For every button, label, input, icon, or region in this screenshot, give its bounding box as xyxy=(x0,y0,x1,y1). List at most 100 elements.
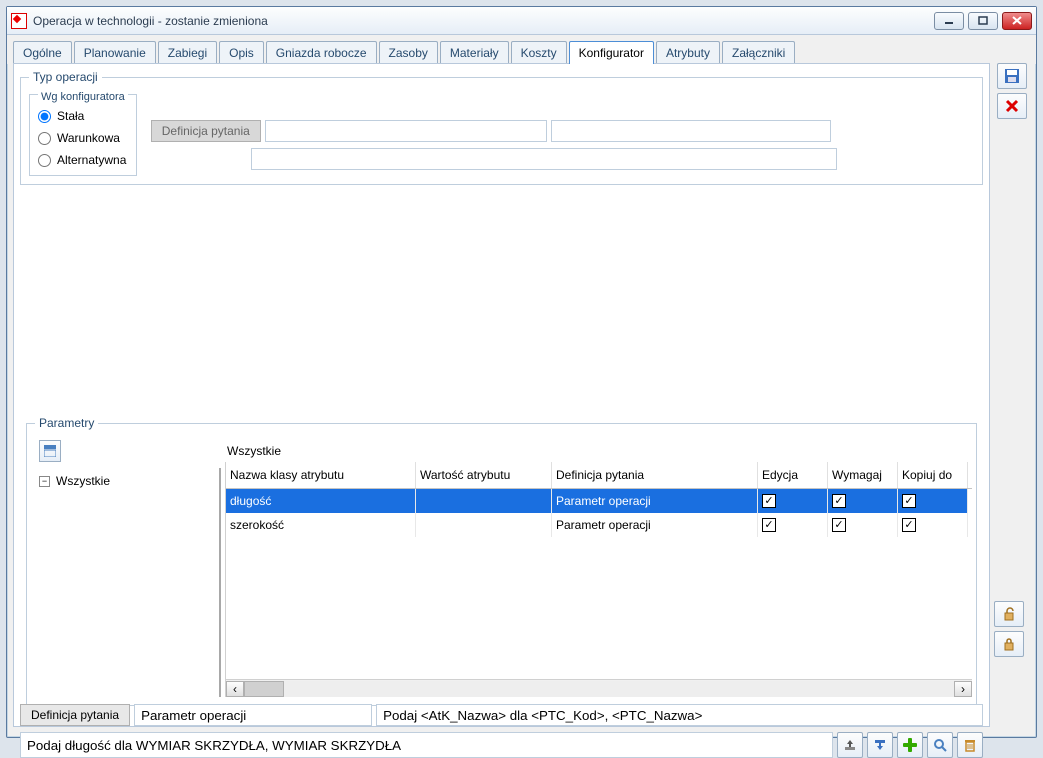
check-icon: ✓ xyxy=(902,518,916,532)
radio-stala-input[interactable] xyxy=(38,110,51,123)
tree-collapse-icon[interactable]: − xyxy=(39,476,50,487)
lock-button[interactable] xyxy=(994,631,1024,657)
definicja-bar: Definicja pytania xyxy=(20,704,983,726)
tab-bar: Ogólne Planowanie Zabiegi Opis Gniazda r… xyxy=(7,35,1036,64)
def-value-2[interactable] xyxy=(376,704,983,726)
cell-wymagaj[interactable]: ✓ xyxy=(828,513,898,537)
all-header-label: Wszystkie xyxy=(227,444,281,458)
scroll-track[interactable] xyxy=(244,681,954,697)
search-button[interactable] xyxy=(927,732,953,758)
cell-definicja: Parametr operacji xyxy=(552,513,758,537)
tab-opis[interactable]: Opis xyxy=(219,41,264,64)
radio-warunkowa[interactable]: Warunkowa xyxy=(38,131,128,145)
unlock-button[interactable] xyxy=(994,601,1024,627)
typ-operacji-legend: Typ operacji xyxy=(29,70,102,84)
unlock-icon xyxy=(1002,607,1016,621)
col-nazwa[interactable]: Nazwa klasy atrybutu xyxy=(226,462,416,488)
close-button[interactable] xyxy=(1002,12,1032,30)
check-icon: ✓ xyxy=(762,494,776,508)
cell-edycja[interactable]: ✓ xyxy=(758,513,828,537)
col-definicja[interactable]: Definicja pytania xyxy=(552,462,758,488)
wg-konfiguratora-label: Wg konfiguratora xyxy=(38,91,128,103)
wg-konfiguratora-group: Wg konfiguratora Stała Warunkowa Alte xyxy=(29,94,137,176)
parametry-legend: Parametry xyxy=(35,416,98,430)
grid-layout-button[interactable] xyxy=(39,440,61,462)
add-button[interactable] xyxy=(897,732,923,758)
save-button[interactable] xyxy=(997,63,1027,89)
upload-icon xyxy=(843,738,857,752)
cell-kopiuj[interactable]: ✓ xyxy=(898,489,968,513)
lock-icon xyxy=(1002,637,1016,651)
download-icon xyxy=(873,738,887,752)
cell-kopiuj[interactable]: ✓ xyxy=(898,513,968,537)
app-icon xyxy=(11,13,27,29)
tab-gniazda[interactable]: Gniazda robocze xyxy=(266,41,377,64)
tab-materialy[interactable]: Materiały xyxy=(440,41,509,64)
tab-zalaczniki[interactable]: Załączniki xyxy=(722,41,795,64)
col-wymagaj[interactable]: Wymagaj xyxy=(828,462,898,488)
table-row[interactable]: szerokość Parametr operacji ✓ ✓ ✓ xyxy=(226,513,972,537)
bottom-toolbar xyxy=(20,732,983,758)
scroll-thumb[interactable] xyxy=(244,681,284,697)
check-icon: ✓ xyxy=(832,494,846,508)
cell-nazwa: szerokość xyxy=(226,513,416,537)
parametry-fieldset: Parametry Wszystkie − Wszystkie Nazwa kl… xyxy=(26,416,977,706)
attr-grid: Nazwa klasy atrybutu Wartość atrybutu De… xyxy=(225,462,972,697)
tab-atrybuty[interactable]: Atrybuty xyxy=(656,41,720,64)
radio-stala-label: Stała xyxy=(57,109,84,123)
cell-wartosc xyxy=(416,489,552,513)
col-kopiuj[interactable]: Kopiuj do xyxy=(898,462,968,488)
cell-wymagaj[interactable]: ✓ xyxy=(828,489,898,513)
maximize-button[interactable] xyxy=(968,12,998,30)
scroll-left-icon[interactable]: ‹ xyxy=(226,681,244,697)
check-icon: ✓ xyxy=(902,494,916,508)
col-wartosc[interactable]: Wartość atrybutu xyxy=(416,462,552,488)
tree-panel: − Wszystkie xyxy=(31,468,221,697)
app-window: Operacja w technologii - zostanie zmieni… xyxy=(6,6,1037,738)
tab-planowanie[interactable]: Planowanie xyxy=(74,41,156,64)
cell-definicja: Parametr operacji xyxy=(552,489,758,513)
radio-alternatywna-label: Alternatywna xyxy=(57,153,126,167)
table-row[interactable]: długość Parametr operacji ✓ ✓ ✓ xyxy=(226,489,972,513)
lock-toolbar xyxy=(994,601,1030,657)
definicja-pytania-button: Definicja pytania xyxy=(151,120,261,142)
minimize-button[interactable] xyxy=(934,12,964,30)
tab-koszty[interactable]: Koszty xyxy=(511,41,567,64)
cell-edycja[interactable]: ✓ xyxy=(758,489,828,513)
check-icon: ✓ xyxy=(762,518,776,532)
right-toolbar xyxy=(994,63,1030,119)
typ-operacji-fieldset: Typ operacji Wg konfiguratora Stała Waru… xyxy=(20,70,983,185)
horizontal-scrollbar[interactable]: ‹ › xyxy=(226,679,972,697)
radio-stala[interactable]: Stała xyxy=(38,109,128,123)
radio-alternatywna[interactable]: Alternatywna xyxy=(38,153,128,167)
def-value-1[interactable] xyxy=(134,704,372,726)
radio-warunkowa-label: Warunkowa xyxy=(57,131,120,145)
radio-alternatywna-input[interactable] xyxy=(38,154,51,167)
tab-zasoby[interactable]: Zasoby xyxy=(379,41,438,64)
definicja-input-2[interactable] xyxy=(551,120,831,142)
result-field[interactable] xyxy=(20,732,833,758)
check-icon: ✓ xyxy=(832,518,846,532)
tab-konfigurator[interactable]: Konfigurator xyxy=(569,41,654,64)
trash-icon xyxy=(963,738,977,752)
export-button[interactable] xyxy=(837,732,863,758)
import-button[interactable] xyxy=(867,732,893,758)
radio-warunkowa-input[interactable] xyxy=(38,132,51,145)
definicja-input-3[interactable] xyxy=(251,148,837,170)
delete-button[interactable] xyxy=(957,732,983,758)
search-icon xyxy=(933,738,947,752)
tree-root[interactable]: − Wszystkie xyxy=(31,468,219,494)
tab-zabiegi[interactable]: Zabiegi xyxy=(158,41,217,64)
window-title: Operacja w technologii - zostanie zmieni… xyxy=(33,14,934,28)
close-icon xyxy=(1005,99,1019,113)
cancel-button[interactable] xyxy=(997,93,1027,119)
tab-ogolne[interactable]: Ogólne xyxy=(13,41,72,64)
tree-root-label: Wszystkie xyxy=(56,474,110,488)
main-panel: Typ operacji Wg konfiguratora Stała Waru… xyxy=(13,63,990,727)
cell-nazwa: długość xyxy=(226,489,416,513)
definicja-pytania-label[interactable]: Definicja pytania xyxy=(20,704,130,726)
col-edycja[interactable]: Edycja xyxy=(758,462,828,488)
definicja-input-1[interactable] xyxy=(265,120,547,142)
cell-wartosc xyxy=(416,513,552,537)
scroll-right-icon[interactable]: › xyxy=(954,681,972,697)
